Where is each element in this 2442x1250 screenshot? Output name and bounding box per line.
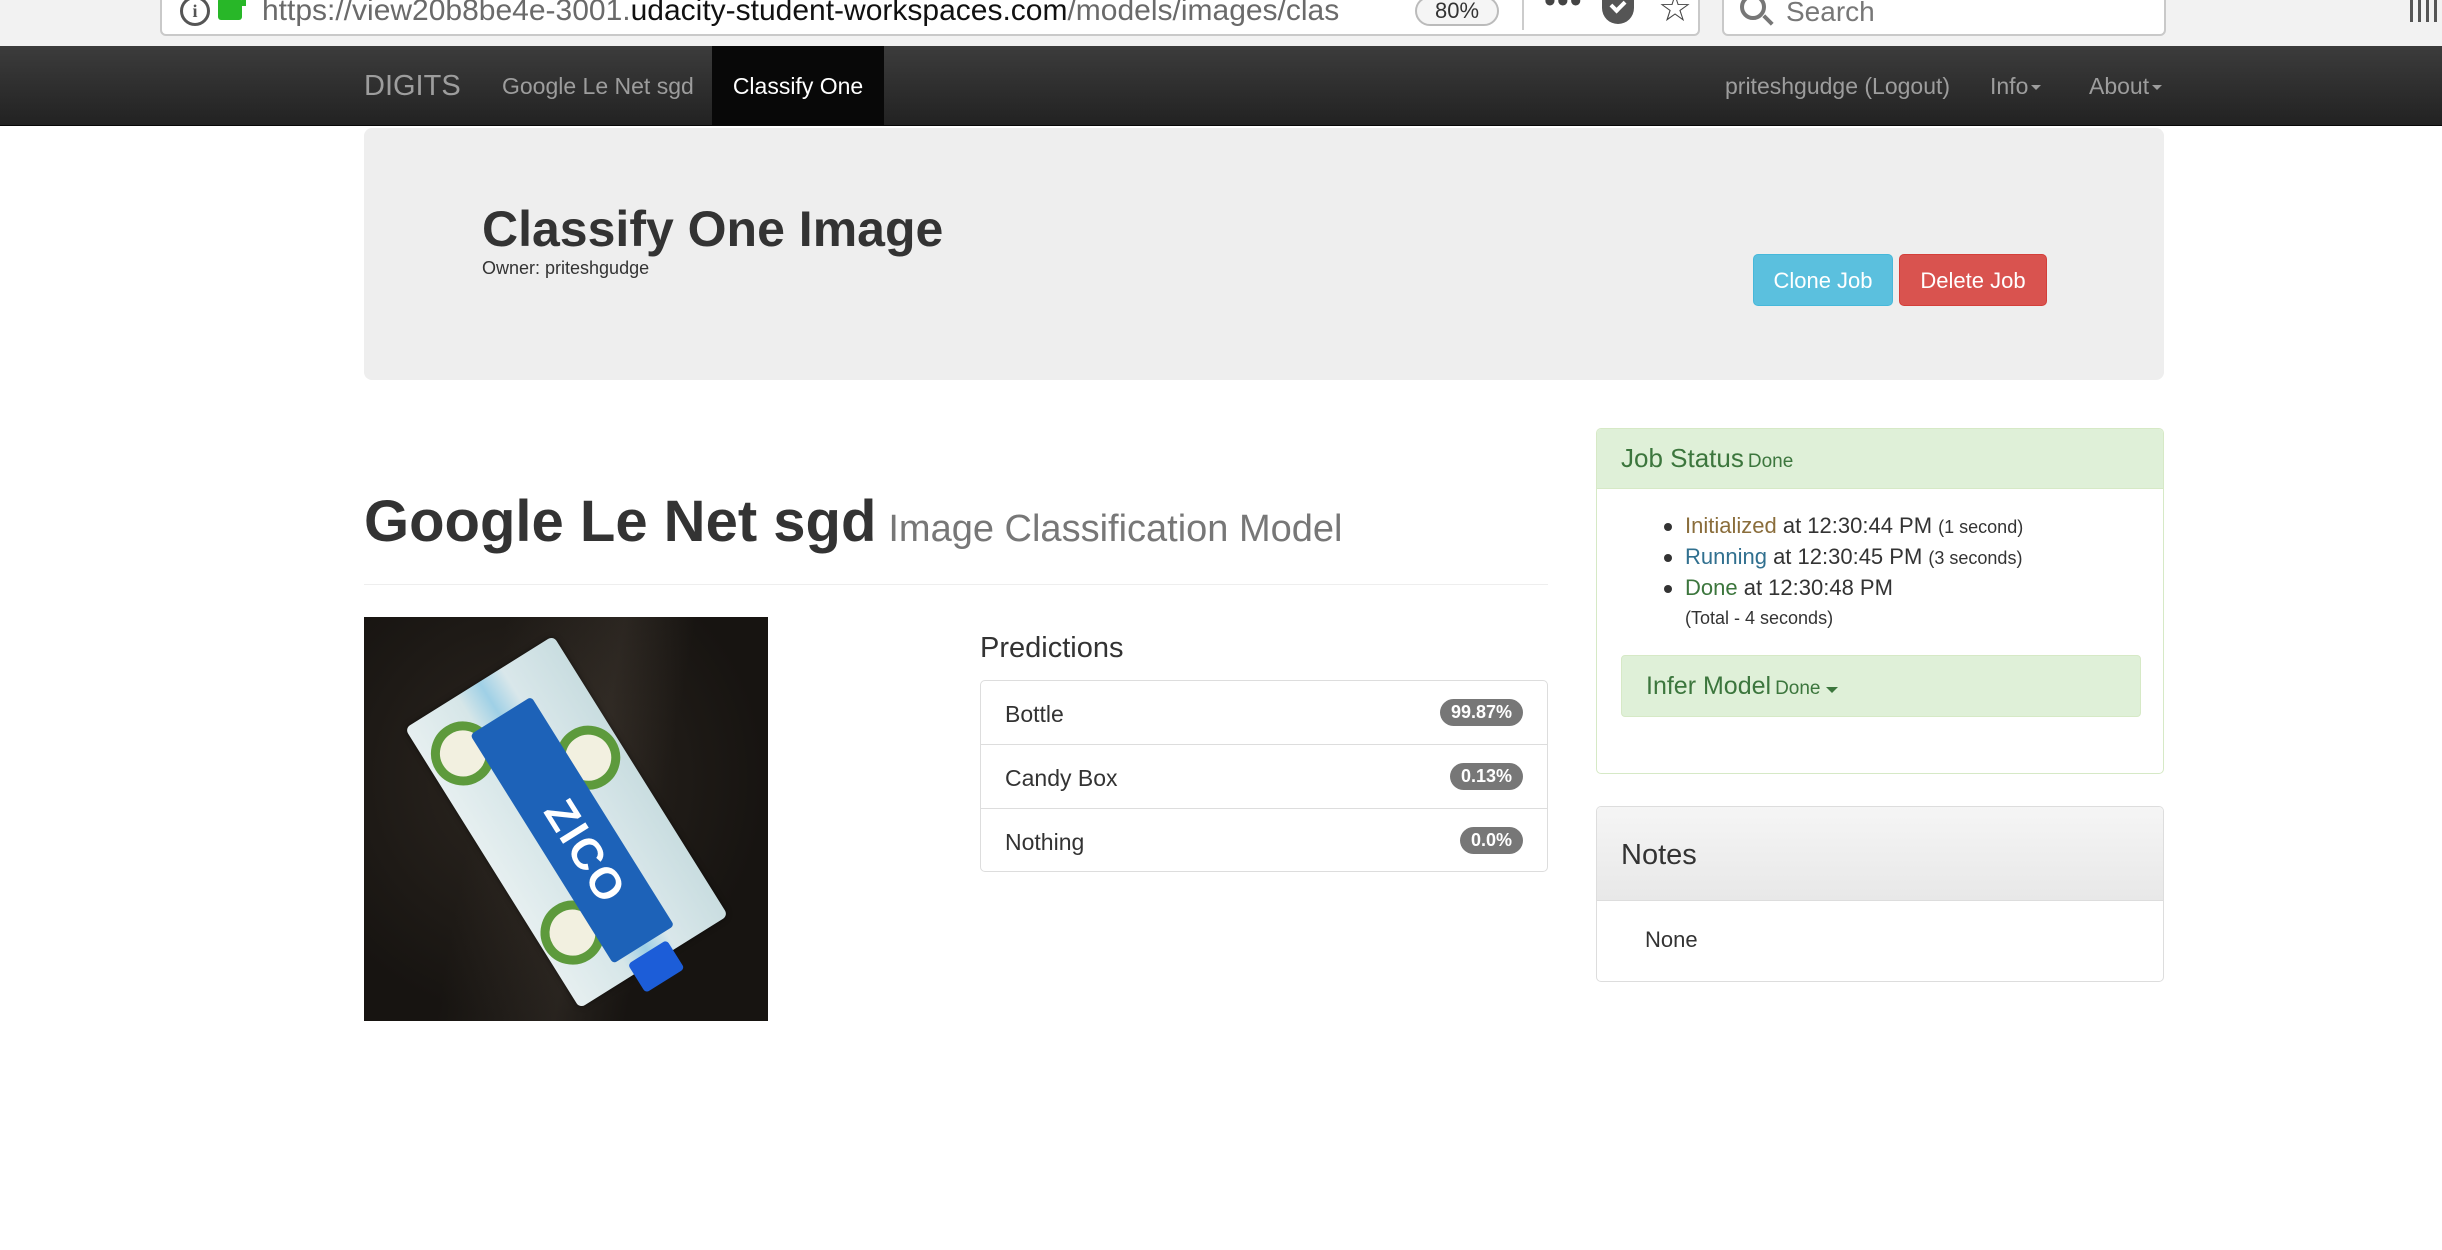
step-time: at 12:30:48 PM bbox=[1737, 575, 1893, 600]
browser-search-box[interactable]: Search bbox=[1722, 0, 2166, 36]
clone-job-button[interactable]: Clone Job bbox=[1753, 254, 1893, 306]
status-step-running: Running at 12:30:45 PM (3 seconds) bbox=[1663, 544, 2023, 575]
job-owner: Owner: priteshgudge bbox=[482, 258, 650, 278]
browser-toolbar: i https://view20b8be4e-3001.udacity-stud… bbox=[0, 0, 2442, 46]
url-prefix: https://view20b8be4e-3001. bbox=[262, 0, 631, 27]
model-heading: Google Le Net sgd Image Classification Mo… bbox=[364, 488, 1342, 555]
job-status-steps: Initialized at 12:30:44 PM (1 second) Ru… bbox=[1663, 513, 2024, 629]
url-path: /models/images/clas bbox=[1067, 0, 1340, 27]
pocket-icon[interactable] bbox=[1602, 0, 1634, 24]
nav-item-model[interactable]: Google Le Net sgd bbox=[502, 46, 694, 126]
nav-info-label: Info bbox=[1990, 73, 2029, 99]
url-bar[interactable]: i https://view20b8be4e-3001.udacity-stud… bbox=[160, 0, 1700, 36]
list-item: Bottle 99.87% bbox=[981, 681, 1547, 745]
infer-model-dropdown[interactable]: Infer Model Done bbox=[1621, 655, 2141, 717]
nav-item-info[interactable]: Info bbox=[1990, 46, 2042, 126]
nav-brand-digits[interactable]: DIGITS bbox=[364, 46, 461, 126]
prediction-label: Bottle bbox=[1005, 701, 1064, 727]
model-type: Image Classification Model bbox=[888, 508, 1343, 550]
predictions-title: Predictions bbox=[980, 632, 1124, 664]
bookmark-star-icon[interactable]: ☆ bbox=[1658, 0, 1692, 31]
more-actions-icon[interactable]: ••• bbox=[1544, 0, 1583, 18]
page-title: Classify One Image bbox=[482, 201, 944, 257]
list-item: Candy Box 0.13% bbox=[981, 745, 1547, 809]
predictions-list: Bottle 99.87% Candy Box 0.13% Nothing 0.… bbox=[980, 680, 1548, 872]
classified-image: ZICO bbox=[364, 617, 768, 1021]
list-item: Nothing 0.0% bbox=[981, 809, 1547, 871]
confidence-badge: 0.13% bbox=[1449, 763, 1523, 790]
step-name: Done bbox=[1685, 575, 1738, 600]
nav-item-logout[interactable]: priteshgudge (Logout) bbox=[1725, 46, 1950, 126]
job-header: Classify One Image Owner: priteshgudge C… bbox=[364, 128, 2164, 380]
step-time: at 12:30:44 PM bbox=[1776, 513, 1939, 538]
step-name: Running bbox=[1685, 544, 1767, 569]
zoom-indicator[interactable]: 80% bbox=[1415, 0, 1499, 26]
chevron-down-icon bbox=[2152, 85, 2163, 91]
notes-body: None bbox=[1645, 927, 1698, 952]
heading-divider bbox=[364, 584, 1548, 585]
nav-item-classify-one[interactable]: Classify One bbox=[712, 46, 884, 126]
chevron-down-icon bbox=[2031, 85, 2042, 91]
infer-model-title: Infer Model bbox=[1646, 672, 1772, 700]
search-icon bbox=[1740, 0, 1766, 20]
chevron-down-icon bbox=[1826, 686, 1839, 693]
step-time: at 12:30:45 PM bbox=[1766, 544, 1929, 569]
notes-title: Notes bbox=[1597, 807, 2163, 901]
confidence-badge: 0.0% bbox=[1459, 827, 1523, 854]
prediction-label: Nothing bbox=[1005, 829, 1085, 855]
urlbar-divider bbox=[1522, 0, 1524, 30]
info-icon[interactable]: i bbox=[180, 0, 210, 26]
nav-item-about[interactable]: About bbox=[2089, 46, 2163, 126]
prediction-label: Candy Box bbox=[1005, 765, 1118, 791]
infer-model-state: Done bbox=[1775, 678, 1821, 699]
job-status-header: Job Status Done bbox=[1597, 429, 2163, 489]
lock-icon[interactable] bbox=[218, 0, 246, 20]
top-navbar: DIGITS Google Le Net sgd Classify One pr… bbox=[0, 46, 2442, 126]
step-duration: (1 second) bbox=[1938, 517, 2024, 537]
step-duration: (3 seconds) bbox=[1928, 548, 2023, 568]
url-domain: udacity-student-workspaces.com bbox=[630, 0, 1068, 27]
notes-panel: Notes None bbox=[1596, 806, 2164, 982]
url-text[interactable]: https://view20b8be4e-3001.udacity-studen… bbox=[262, 0, 1492, 28]
job-status-panel: Job Status Done Initialized at 12:30:44 P… bbox=[1596, 428, 2164, 774]
model-name: Google Le Net sgd bbox=[364, 489, 877, 554]
nav-about-label: About bbox=[2089, 73, 2150, 99]
job-status-title: Job Status bbox=[1621, 443, 1744, 473]
step-name: Initialized bbox=[1685, 513, 1777, 538]
library-icon[interactable] bbox=[2410, 0, 2442, 22]
status-step-done: Done at 12:30:48 PM bbox=[1663, 575, 2023, 606]
confidence-badge: 99.87% bbox=[1439, 699, 1523, 726]
job-status-state: Done bbox=[1747, 451, 1794, 472]
status-total-time: (Total - 4 seconds) bbox=[1685, 608, 1834, 628]
status-step-initialized: Initialized at 12:30:44 PM (1 second) bbox=[1663, 513, 2024, 544]
delete-job-button[interactable]: Delete Job bbox=[1899, 254, 2047, 306]
search-placeholder: Search bbox=[1786, 0, 1875, 27]
